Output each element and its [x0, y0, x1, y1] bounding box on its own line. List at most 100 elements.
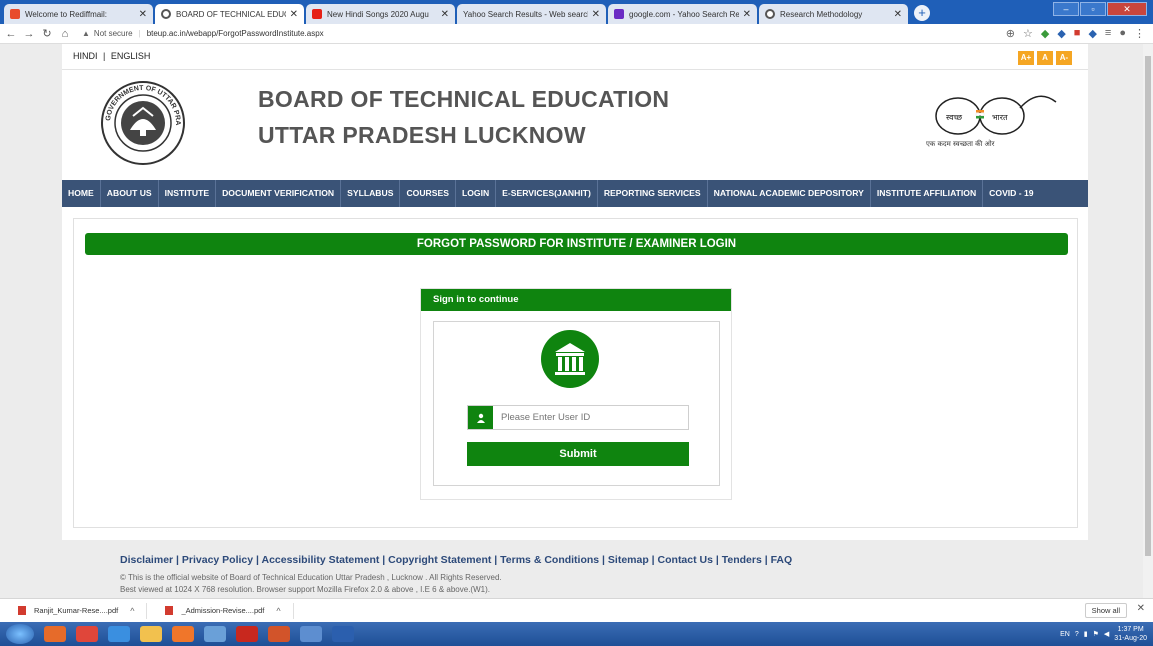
web-page: HINDI | ENGLISH A+ A A- GOVERNMENT OF UT… [0, 44, 1143, 598]
word-icon[interactable] [332, 626, 354, 642]
internet-explorer-icon[interactable] [108, 626, 130, 642]
firefox-icon[interactable] [172, 626, 194, 642]
nav-e-services[interactable]: E-SERVICES(JANHIT) [496, 180, 598, 207]
app-icon[interactable] [204, 626, 226, 642]
reading-list-icon[interactable]: ≡ [1105, 27, 1111, 40]
download-item[interactable]: Ranjit_Kumar-Rese....pdf ^ [0, 602, 148, 619]
english-link[interactable]: ENGLISH [111, 51, 151, 61]
url-separator: | [138, 29, 141, 38]
hindi-link[interactable]: HINDI [73, 51, 98, 61]
chevron-up-icon[interactable]: ^ [130, 606, 134, 616]
show-all-downloads-button[interactable]: Show all [1084, 603, 1127, 618]
help-icon[interactable]: ? [1075, 631, 1079, 638]
browser-tab[interactable]: Welcome to Rediffmail: ✕ [4, 4, 153, 24]
powerpoint-icon[interactable] [268, 626, 290, 642]
nav-about-us[interactable]: ABOUT US [101, 180, 159, 207]
user-id-input[interactable] [493, 406, 688, 429]
bookmark-star-icon[interactable]: ☆ [1023, 27, 1033, 40]
file-explorer-icon[interactable] [140, 626, 162, 642]
browser-tab[interactable]: google.com - Yahoo Search Resu ✕ [608, 4, 757, 24]
close-tab-icon[interactable]: ✕ [290, 9, 298, 20]
tab-title: google.com - Yahoo Search Resu [629, 9, 739, 19]
back-icon[interactable]: ← [4, 28, 18, 40]
swachh-bharat-logo-icon: स्वच्छ भारत एक कदम स्वच्छता की ओर [926, 95, 1057, 148]
font-normal-button[interactable]: A [1037, 51, 1053, 65]
page-scrollbar[interactable] [1143, 44, 1153, 598]
zoom-icon[interactable]: ⊕ [1006, 27, 1015, 40]
warning-icon[interactable]: ▲ [82, 29, 90, 38]
nav-covid-19[interactable]: COVID - 19 [983, 180, 1039, 207]
system-tray: EN ? ▮ ⚑ ◀ 1:37 PM 31-Aug-20 [1060, 625, 1147, 643]
close-tab-icon[interactable]: ✕ [139, 9, 147, 20]
acrobat-icon[interactable] [236, 626, 258, 642]
flag-icon[interactable]: ⚑ [1093, 630, 1099, 638]
volume-icon[interactable]: ◀ [1104, 630, 1109, 638]
extension-icon[interactable]: ◆ [1088, 27, 1096, 40]
lang-separator: | [103, 51, 106, 61]
browser-tab[interactable]: New Hindi Songs 2020 Augu ✕ [306, 4, 455, 24]
extension-icon[interactable]: ◆ [1041, 27, 1049, 40]
browser-tab[interactable]: Yahoo Search Results - Web search ✕ [457, 4, 606, 24]
nav-institute-affiliation[interactable]: INSTITUTE AFFILIATION [871, 180, 984, 207]
downloads-bar: Ranjit_Kumar-Rese....pdf ^ _Admission-Rev… [0, 598, 1153, 622]
url-field[interactable]: bteup.ac.in/webapp/ForgotPasswordInstitu… [147, 29, 324, 38]
address-bar: ← → ↻ ⌂ ▲ Not secure | bteup.ac.in/webap… [0, 24, 1153, 44]
tab-title: Welcome to Rediffmail: [25, 9, 107, 19]
browser-support-note: Best viewed at 1024 X 768 resolution. Br… [120, 585, 490, 594]
clock[interactable]: 1:37 PM 31-Aug-20 [1114, 625, 1147, 643]
font-decrease-button[interactable]: A- [1056, 51, 1072, 65]
copyright-note: © This is the official website of Board … [120, 573, 502, 582]
maximize-button[interactable]: ▫ [1080, 2, 1106, 16]
tab-favicon-icon [614, 9, 624, 19]
scrollbar-thumb[interactable] [1145, 56, 1151, 556]
page-heading-banner: FORGOT PASSWORD FOR INSTITUTE / EXAMINER… [85, 233, 1068, 255]
browser-tab-active[interactable]: BOARD OF TECHNICAL EDUCATI ✕ [155, 4, 304, 24]
new-tab-button[interactable]: + [914, 5, 930, 21]
close-icon[interactable]: ✕ [1137, 603, 1145, 614]
menu-icon[interactable]: ⋮ [1134, 27, 1145, 40]
close-tab-icon[interactable]: ✕ [441, 9, 449, 20]
profile-icon[interactable]: ● [1119, 27, 1126, 40]
nav-login[interactable]: LOGIN [456, 180, 497, 207]
minimize-button[interactable]: – [1053, 2, 1079, 16]
close-window-button[interactable]: ✕ [1107, 2, 1147, 16]
forward-icon[interactable]: → [22, 28, 36, 40]
browser-tab[interactable]: Research Methodology ✕ [759, 4, 908, 24]
reload-icon[interactable]: ↻ [40, 27, 54, 40]
tab-title: Research Methodology [780, 9, 863, 19]
close-tab-icon[interactable]: ✕ [894, 9, 902, 20]
nav-document-verification[interactable]: DOCUMENT VERIFICATION [216, 180, 342, 207]
nav-syllabus[interactable]: SYLLABUS [341, 180, 401, 207]
security-status[interactable]: Not secure [94, 29, 133, 38]
tab-favicon-icon [10, 9, 20, 19]
nav-national-academic-depository[interactable]: NATIONAL ACADEMIC DEPOSITORY [708, 180, 871, 207]
start-button[interactable] [6, 624, 34, 644]
os-taskbar: EN ? ▮ ⚑ ◀ 1:37 PM 31-Aug-20 [0, 622, 1153, 646]
font-size-controls: A+ A A- [1018, 51, 1072, 65]
language-indicator[interactable]: EN [1060, 631, 1070, 638]
chevron-up-icon[interactable]: ^ [276, 606, 280, 616]
browser-tab-strip: Welcome to Rediffmail: ✕ BOARD OF TECHNIC… [0, 0, 1153, 24]
home-icon[interactable]: ⌂ [58, 28, 72, 40]
nav-institute[interactable]: INSTITUTE [159, 180, 217, 207]
font-increase-button[interactable]: A+ [1018, 51, 1034, 65]
extension-icon[interactable]: ■ [1074, 27, 1081, 40]
site-title-line2: UTTAR PRADESH LUCKNOW [258, 122, 586, 148]
nav-reporting-services[interactable]: REPORTING SERVICES [598, 180, 708, 207]
media-player-icon[interactable] [44, 626, 66, 642]
login-box: Sign in to continue Please Enter User ID… [420, 288, 732, 500]
network-icon[interactable]: ▮ [1084, 630, 1088, 638]
app-icon[interactable] [300, 626, 322, 642]
tab-favicon-icon [312, 9, 322, 19]
tab-title: Yahoo Search Results - Web search [463, 9, 588, 19]
download-item[interactable]: _Admission-Revise....pdf ^ [147, 602, 294, 619]
footer-links[interactable]: Disclaimer | Privacy Policy | Accessibil… [120, 554, 792, 566]
close-tab-icon[interactable]: ✕ [743, 9, 751, 20]
submit-button[interactable]: Submit [467, 442, 689, 466]
close-tab-icon[interactable]: ✕ [592, 9, 600, 20]
chrome-icon[interactable] [76, 626, 98, 642]
nav-home[interactable]: HOME [62, 180, 101, 207]
swachh-text: स्वच्छ [946, 113, 963, 122]
nav-courses[interactable]: COURSES [400, 180, 456, 207]
extension-icon[interactable]: ◆ [1057, 27, 1065, 40]
